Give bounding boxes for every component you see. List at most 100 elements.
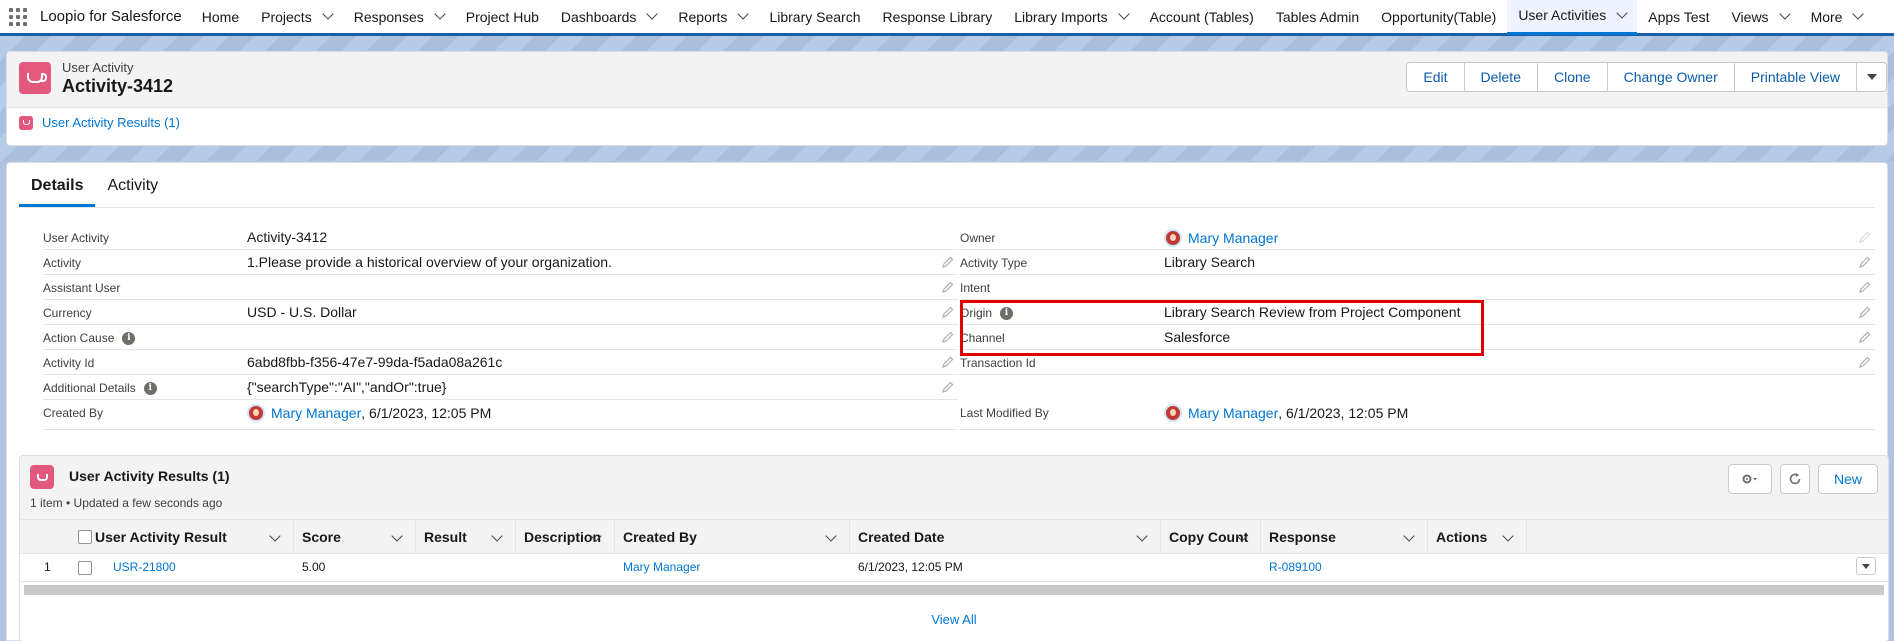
view-all-link[interactable]: View All bbox=[20, 612, 1888, 627]
printable-view-button[interactable]: Printable View bbox=[1734, 62, 1857, 92]
tab-details[interactable]: Details bbox=[19, 177, 96, 207]
chevron-down-icon[interactable] bbox=[1778, 8, 1791, 20]
nav-item-responses[interactable]: Responses bbox=[343, 0, 455, 35]
delete-button[interactable]: Delete bbox=[1464, 62, 1538, 92]
avatar bbox=[1164, 229, 1182, 247]
chevron-down-icon[interactable] bbox=[1136, 530, 1148, 542]
chevron-down-icon[interactable] bbox=[825, 530, 837, 542]
pencil-icon[interactable] bbox=[1859, 356, 1871, 368]
pencil-icon[interactable] bbox=[942, 306, 954, 318]
nav-item-user-activities[interactable]: User Activities bbox=[1507, 0, 1638, 35]
pencil-icon[interactable] bbox=[942, 381, 954, 393]
pencil-icon[interactable] bbox=[942, 331, 954, 343]
settings-button[interactable] bbox=[1728, 464, 1772, 494]
user-link[interactable]: Mary Manager bbox=[271, 405, 361, 421]
app-launcher-icon[interactable] bbox=[9, 7, 27, 26]
nav-item-tables-admin[interactable]: Tables Admin bbox=[1265, 0, 1370, 35]
change-owner-icon[interactable] bbox=[1859, 231, 1871, 243]
pencil-icon[interactable] bbox=[1859, 306, 1871, 318]
row-checkbox[interactable] bbox=[78, 561, 92, 575]
nav-item-response-library[interactable]: Response Library bbox=[871, 0, 1003, 35]
chevron-down-icon[interactable] bbox=[269, 530, 281, 542]
user-activity-result-icon bbox=[19, 115, 33, 130]
column-header[interactable]: Copy Count bbox=[1161, 520, 1261, 554]
created-by-link[interactable]: Mary Manager bbox=[623, 560, 700, 574]
new-button[interactable]: New bbox=[1818, 464, 1878, 494]
horizontal-scrollbar[interactable] bbox=[24, 585, 1884, 595]
related-list-link-label[interactable]: User Activity Results (1) bbox=[42, 115, 180, 130]
chevron-down-icon[interactable] bbox=[1852, 8, 1865, 20]
nav-item-apps-test[interactable]: Apps Test bbox=[1637, 0, 1720, 35]
created-date-cell: 6/1/2023, 12:05 PM bbox=[858, 560, 963, 574]
field-spacer bbox=[960, 375, 1875, 400]
pencil-icon[interactable] bbox=[942, 256, 954, 268]
row-actions-button[interactable] bbox=[1856, 557, 1876, 575]
related-list-card: User Activity Results (1) 1 item • Updat… bbox=[19, 455, 1889, 641]
chevron-down-icon[interactable] bbox=[1502, 530, 1514, 542]
tab-activity[interactable]: Activity bbox=[95, 177, 170, 207]
nav-item-project-hub[interactable]: Project Hub bbox=[455, 0, 550, 35]
change-owner-button[interactable]: Change Owner bbox=[1607, 62, 1735, 92]
nav-item-library-search[interactable]: Library Search bbox=[758, 0, 871, 35]
chevron-down-icon[interactable] bbox=[1117, 8, 1130, 20]
field-value: Activity-3412 bbox=[247, 229, 328, 245]
more-actions-button[interactable] bbox=[1857, 62, 1887, 92]
nav-item-account-tables[interactable]: Account (Tables) bbox=[1139, 0, 1265, 35]
field-label: Activity Type bbox=[960, 256, 1028, 270]
column-header[interactable]: Score bbox=[294, 520, 416, 554]
pencil-icon[interactable] bbox=[1859, 331, 1871, 343]
column-header[interactable]: Created Date bbox=[850, 520, 1161, 554]
details-left-column: User Activity Activity-3412 Activity 1.P… bbox=[43, 225, 958, 430]
nav-item-views[interactable]: Views bbox=[1720, 0, 1799, 35]
info-icon[interactable]: i bbox=[143, 381, 157, 395]
chevron-down-icon[interactable] bbox=[491, 530, 503, 542]
gear-icon bbox=[1742, 474, 1757, 484]
pencil-icon[interactable] bbox=[1859, 256, 1871, 268]
field-assistant-user: Assistant User bbox=[43, 275, 958, 300]
chevron-down-icon[interactable] bbox=[1403, 530, 1415, 542]
info-icon[interactable]: i bbox=[122, 331, 136, 345]
chevron-down-icon[interactable] bbox=[391, 530, 403, 542]
clone-button[interactable]: Clone bbox=[1537, 62, 1608, 92]
nav-item-projects[interactable]: Projects bbox=[250, 0, 343, 35]
nav-item-dashboards[interactable]: Dashboards bbox=[550, 0, 668, 35]
record-header: User Activity Activity-3412 Edit Delete … bbox=[6, 51, 1888, 146]
field-label: Created By bbox=[43, 406, 104, 420]
column-header[interactable]: Result bbox=[416, 520, 516, 554]
nav-item-more[interactable]: More bbox=[1800, 0, 1874, 35]
column-header[interactable]: Created By bbox=[615, 520, 850, 554]
pencil-icon[interactable] bbox=[942, 281, 954, 293]
chevron-down-icon[interactable] bbox=[1616, 6, 1628, 19]
refresh-icon bbox=[1789, 473, 1801, 485]
field-label: Transaction Id bbox=[960, 356, 1036, 370]
nav-item-home[interactable]: Home bbox=[191, 0, 250, 35]
field-value: Mary Manager bbox=[1164, 229, 1278, 247]
response-link[interactable]: R-089100 bbox=[1269, 560, 1322, 574]
related-list-header: User Activity Results (1) 1 item • Updat… bbox=[20, 456, 1888, 520]
user-link[interactable]: Mary Manager bbox=[1188, 230, 1278, 246]
result-link[interactable]: USR-21800 bbox=[113, 560, 176, 574]
app-name: Loopio for Salesforce bbox=[40, 8, 182, 25]
column-header[interactable]: User Activity Result bbox=[87, 520, 294, 554]
field-intent: Intent bbox=[960, 275, 1875, 300]
user-link[interactable]: Mary Manager bbox=[1188, 405, 1278, 421]
nav-item-reports[interactable]: Reports bbox=[667, 0, 758, 35]
highlight-box bbox=[960, 300, 1484, 356]
column-header[interactable]: Response bbox=[1261, 520, 1428, 554]
column-header[interactable]: Actions bbox=[1428, 520, 1527, 554]
field-label: Last Modified By bbox=[960, 406, 1049, 420]
pencil-icon[interactable] bbox=[1859, 281, 1871, 293]
chevron-down-icon[interactable] bbox=[737, 8, 750, 20]
related-list-title[interactable]: User Activity Results (1) bbox=[69, 468, 230, 484]
related-list-link[interactable]: User Activity Results (1) bbox=[19, 115, 180, 130]
column-header[interactable]: Description bbox=[516, 520, 615, 554]
chevron-down-icon[interactable] bbox=[322, 8, 334, 20]
chevron-down-icon[interactable] bbox=[434, 8, 446, 20]
nav-item-opportunity-table[interactable]: Opportunity(Table) bbox=[1370, 0, 1507, 35]
field-currency: Currency USD - U.S. Dollar bbox=[43, 300, 958, 325]
chevron-down-icon[interactable] bbox=[646, 8, 659, 20]
edit-button[interactable]: Edit bbox=[1406, 62, 1465, 92]
pencil-icon[interactable] bbox=[942, 356, 954, 368]
nav-item-library-imports[interactable]: Library Imports bbox=[1003, 0, 1138, 35]
refresh-button[interactable] bbox=[1780, 464, 1810, 494]
